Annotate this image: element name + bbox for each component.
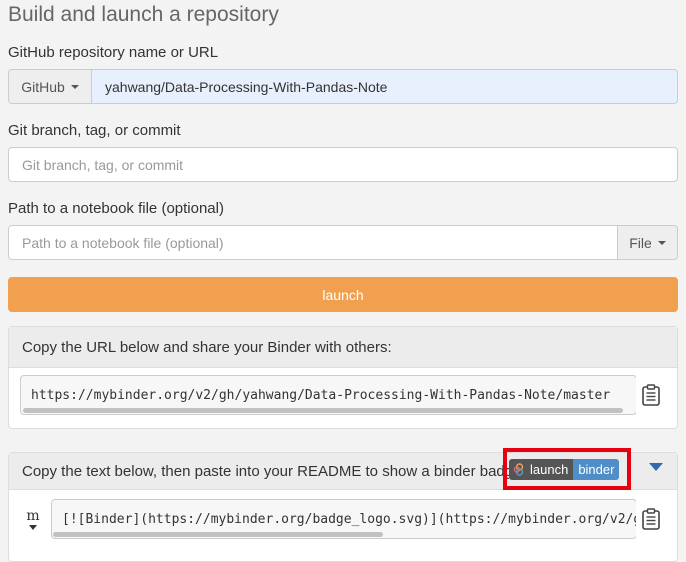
launch-button[interactable]: launch [8,277,678,312]
path-label: Path to a notebook file (optional) [8,200,224,217]
badge-right-label: binder [578,462,615,477]
markdown-format-toggle[interactable]: m [26,508,40,534]
clipboard-icon [642,384,660,406]
path-type-label: File [629,234,652,251]
ref-input[interactable]: Git branch, tag, or commit [8,147,678,182]
provider-dropdown[interactable]: GitHub [8,69,92,104]
page-title: Build and launch a repository [8,3,279,26]
chevron-down-icon[interactable] [649,463,663,471]
url-panel-heading-text: Copy the URL below and share your Binder… [22,338,392,356]
path-placeholder: Path to a notebook file (optional) [22,234,224,251]
url-text: https://mybinder.org/v2/gh/yahwang/Data-… [31,387,611,403]
binder-logo-icon [513,463,524,476]
badge-left-label: launch [530,462,569,477]
badge-panel-heading-text: Copy the text below, then paste into you… [22,462,509,480]
repo-label: GitHub repository name or URL [8,44,219,61]
binder-badge[interactable]: launch binder [509,459,620,480]
snippet-scrollbar[interactable] [53,532,383,537]
launch-button-label: launch [322,286,364,303]
caret-down-icon [70,84,79,89]
provider-label: GitHub [21,78,65,95]
path-input[interactable]: Path to a notebook file (optional) [8,225,618,260]
copy-badge-button[interactable] [636,499,666,539]
repo-input[interactable]: yahwang/Data-Processing-With-Pandas-Note [91,69,678,104]
copy-url-button[interactable] [636,375,666,415]
ref-label: Git branch, tag, or commit [8,122,181,139]
clipboard-icon [642,508,660,530]
badge-snippet-text: [![Binder](https://mybinder.org/badge_lo… [62,511,636,527]
path-type-dropdown[interactable]: File [617,225,678,260]
ref-placeholder: Git branch, tag, or commit [22,156,184,173]
caret-down-icon [657,240,666,245]
repo-input-value: yahwang/Data-Processing-With-Pandas-Note [105,78,388,95]
caret-down-icon [29,525,37,530]
url-scrollbar[interactable] [23,408,623,413]
url-panel-heading: Copy the URL below and share your Binder… [9,327,677,368]
markdown-icon: m [26,508,40,524]
badge-left: launch [509,459,574,480]
badge-right: binder [573,459,620,480]
